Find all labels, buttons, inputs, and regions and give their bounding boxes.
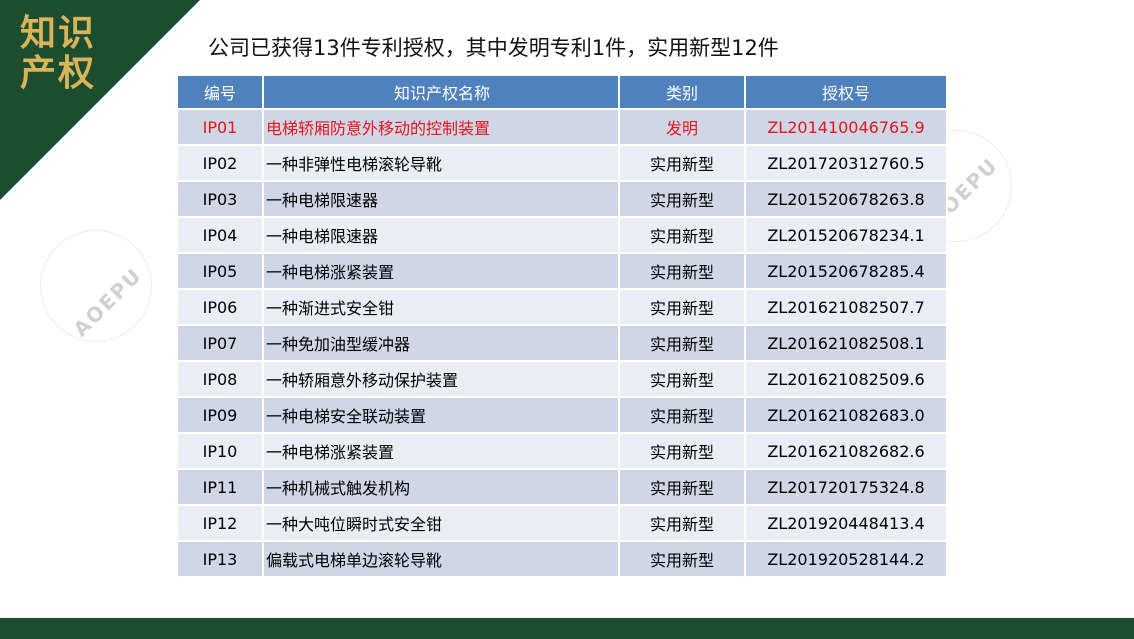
table-row: IP10 一种电梯涨紧装置 实用新型 ZL201621082682.6	[176, 432, 948, 470]
cell-name: 一种大吨位瞬时式安全钳	[262, 504, 620, 542]
table-row: IP04 一种电梯限速器 实用新型 ZL201520678234.1	[176, 216, 948, 254]
table-row: IP05 一种电梯涨紧装置 实用新型 ZL201520678285.4	[176, 252, 948, 290]
cell-type: 实用新型	[618, 468, 746, 506]
cell-name: 一种电梯涨紧装置	[262, 432, 620, 470]
table-header-row: 编号 知识产权名称 类别 授权号	[176, 74, 948, 110]
footer-bar	[0, 618, 1134, 639]
column-header-number: 授权号	[744, 74, 948, 110]
cell-type: 实用新型	[618, 216, 746, 254]
cell-name: 一种免加油型缓冲器	[262, 324, 620, 362]
cell-number: ZL201520678263.8	[744, 180, 948, 218]
table-body: IP01 电梯轿厢防意外移动的控制装置 发明 ZL201410046765.9 IP02…	[176, 108, 948, 578]
cell-id: IP06	[176, 288, 264, 326]
column-header-type: 类别	[618, 74, 746, 110]
cell-id: IP11	[176, 468, 264, 506]
cell-type: 实用新型	[618, 252, 746, 290]
table-row: IP08 一种轿厢意外移动保护装置 实用新型 ZL201621082509.6	[176, 360, 948, 398]
column-header-name: 知识产权名称	[262, 74, 620, 110]
corner-title-line1: 知识	[20, 13, 97, 54]
cell-name: 电梯轿厢防意外移动的控制装置	[262, 108, 620, 146]
cell-name: 一种电梯限速器	[262, 216, 620, 254]
cell-id: IP09	[176, 396, 264, 434]
column-header-id: 编号	[176, 74, 264, 110]
cell-type: 实用新型	[618, 324, 746, 362]
cell-name: 一种机械式触发机构	[262, 468, 620, 506]
table-row: IP07 一种免加油型缓冲器 实用新型 ZL201621082508.1	[176, 324, 948, 362]
cell-id: IP01	[176, 108, 264, 146]
table-row: IP09 一种电梯安全联动装置 实用新型 ZL201621082683.0	[176, 396, 948, 434]
cell-id: IP12	[176, 504, 264, 542]
cell-number: ZL201920448413.4	[744, 504, 948, 542]
corner-title: 知识 产权	[20, 14, 110, 94]
table-row: IP11 一种机械式触发机构 实用新型 ZL201720175324.8	[176, 468, 948, 506]
cell-id: IP07	[176, 324, 264, 362]
cell-id: IP02	[176, 144, 264, 182]
cell-id: IP05	[176, 252, 264, 290]
cell-number: ZL201520678285.4	[744, 252, 948, 290]
cell-id: IP04	[176, 216, 264, 254]
cell-number: ZL201621082683.0	[744, 396, 948, 434]
cell-number: ZL201720175324.8	[744, 468, 948, 506]
cell-name: 一种电梯安全联动装置	[262, 396, 620, 434]
cell-name: 一种轿厢意外移动保护装置	[262, 360, 620, 398]
cell-name: 一种渐进式安全钳	[262, 288, 620, 326]
table-row: IP03 一种电梯限速器 实用新型 ZL201520678263.8	[176, 180, 948, 218]
cell-type: 实用新型	[618, 396, 746, 434]
cell-id: IP08	[176, 360, 264, 398]
patent-table: 编号 知识产权名称 类别 授权号 IP01 电梯轿厢防意外移动的控制装置 发明 ZL2…	[176, 74, 948, 578]
cell-id: IP13	[176, 540, 264, 578]
table-row: IP06 一种渐进式安全钳 实用新型 ZL201621082507.7	[176, 288, 948, 326]
corner-title-line2: 产权	[20, 53, 97, 94]
table-row: IP01 电梯轿厢防意外移动的控制装置 发明 ZL201410046765.9	[176, 108, 948, 146]
cell-name: 一种电梯限速器	[262, 180, 620, 218]
slide: 知识 产权 AOEPU AOEPU 公司已获得13件专利授权，其中发明专利1件，…	[0, 0, 1134, 639]
table-row: IP12 一种大吨位瞬时式安全钳 实用新型 ZL201920448413.4	[176, 504, 948, 542]
cell-type: 实用新型	[618, 432, 746, 470]
cell-type: 实用新型	[618, 144, 746, 182]
cell-type: 实用新型	[618, 360, 746, 398]
table-row: IP02 一种非弹性电梯滚轮导靴 实用新型 ZL201720312760.5	[176, 144, 948, 182]
cell-type: 实用新型	[618, 540, 746, 578]
cell-type: 发明	[618, 108, 746, 146]
cell-name: 偏载式电梯单边滚轮导靴	[262, 540, 620, 578]
cell-type: 实用新型	[618, 504, 746, 542]
cell-number: ZL201920528144.2	[744, 540, 948, 578]
page-title: 公司已获得13件专利授权，其中发明专利1件，实用新型12件	[208, 36, 779, 60]
cell-id: IP10	[176, 432, 264, 470]
cell-id: IP03	[176, 180, 264, 218]
table-row: IP13 偏载式电梯单边滚轮导靴 实用新型 ZL201920528144.2	[176, 540, 948, 578]
cell-name: 一种电梯涨紧装置	[262, 252, 620, 290]
cell-type: 实用新型	[618, 180, 746, 218]
cell-number: ZL201720312760.5	[744, 144, 948, 182]
cell-number: ZL201621082507.7	[744, 288, 948, 326]
cell-number: ZL201621082682.6	[744, 432, 948, 470]
cell-number: ZL201621082509.6	[744, 360, 948, 398]
cell-number: ZL201410046765.9	[744, 108, 948, 146]
cell-type: 实用新型	[618, 288, 746, 326]
cell-number: ZL201520678234.1	[744, 216, 948, 254]
cell-number: ZL201621082508.1	[744, 324, 948, 362]
cell-name: 一种非弹性电梯滚轮导靴	[262, 144, 620, 182]
